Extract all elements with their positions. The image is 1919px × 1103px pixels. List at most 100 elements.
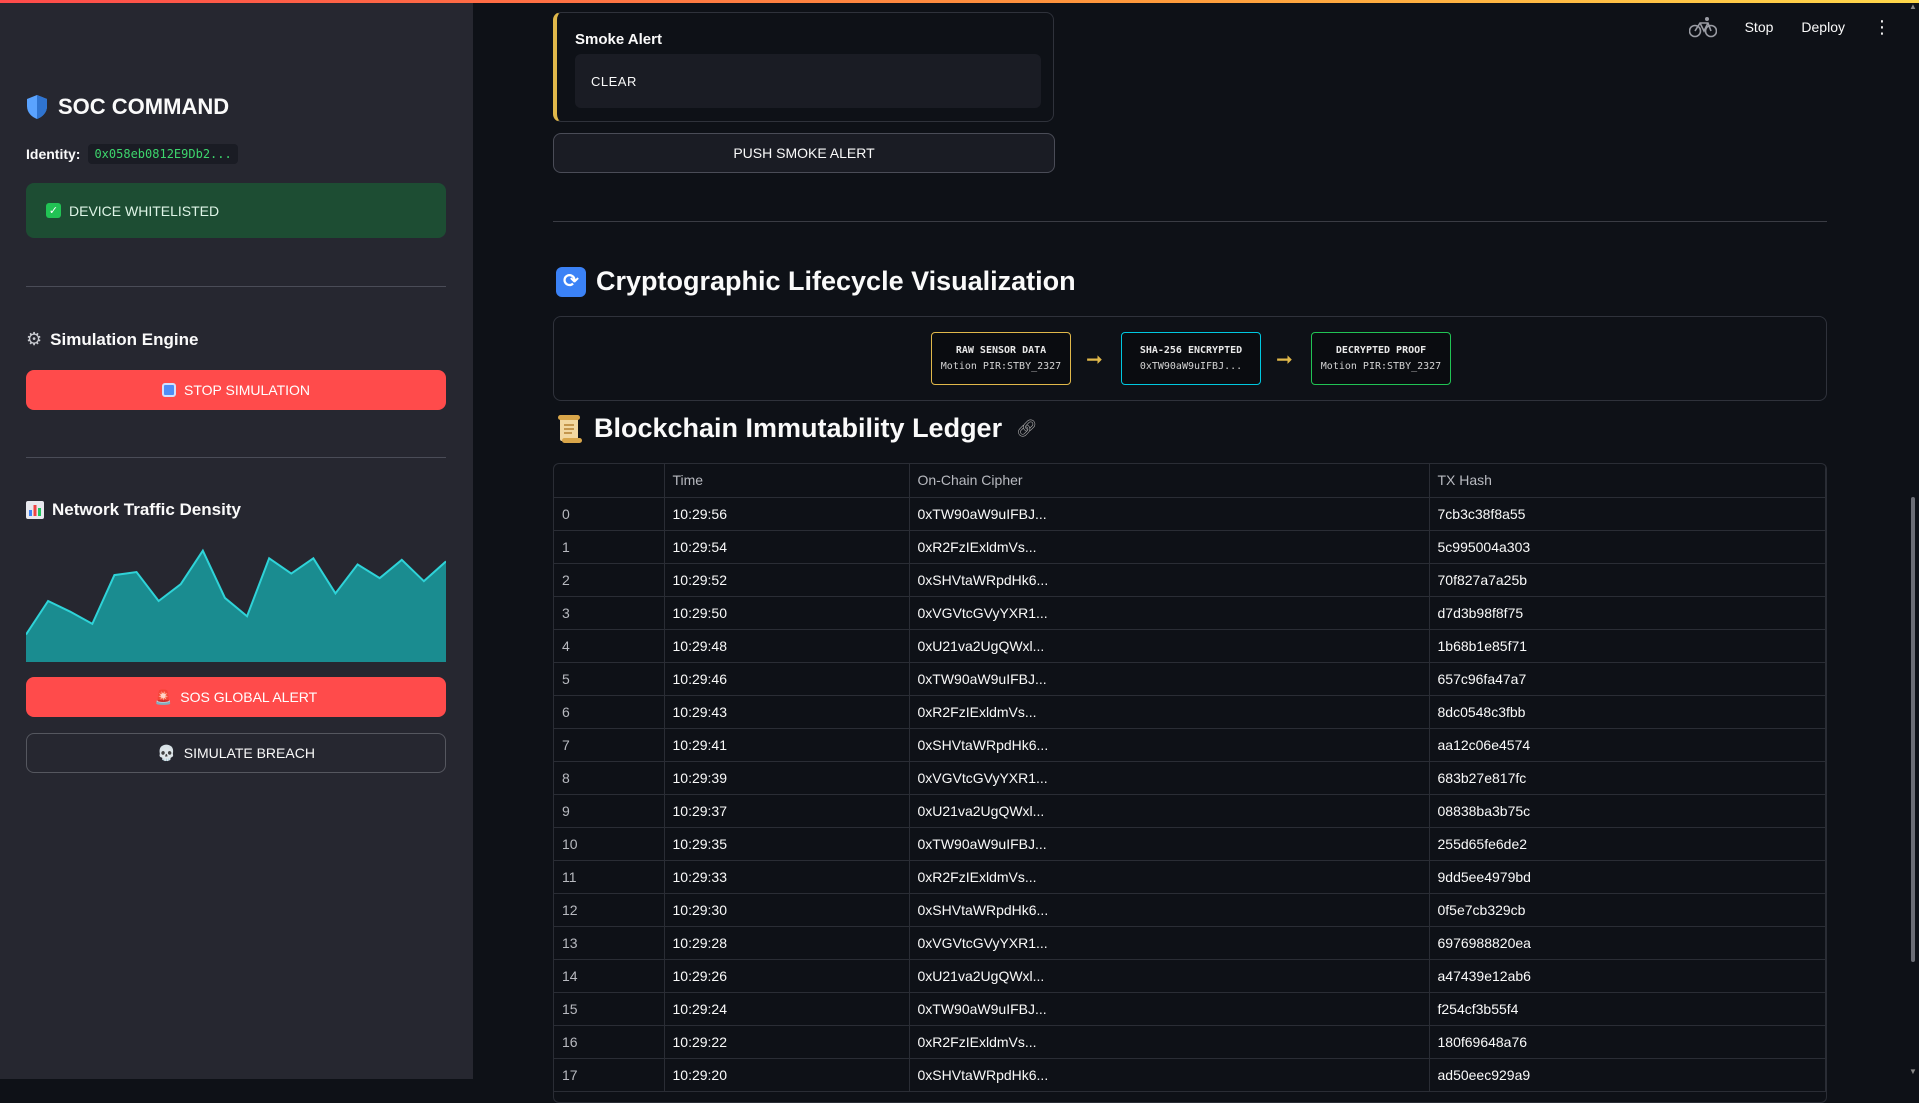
table-row[interactable]: 15 10:29:24 0xTW90aW9uIFBJ... f254cf3b55f4 xyxy=(554,992,1826,1026)
node-title: RAW SENSOR DATA xyxy=(955,345,1047,356)
table-row[interactable]: 12 10:29:30 0xSHVtaWRpdHk6... 0f5e7cb329cb xyxy=(554,893,1826,927)
table-row[interactable]: 1 10:29:54 0xR2FzIExldmVs... 5c995004a303 xyxy=(554,530,1826,564)
sha256-encrypted-node: SHA-256 ENCRYPTED 0xTW90aW9uIFBJ... xyxy=(1121,332,1261,385)
push-smoke-alert-button[interactable]: PUSH SMOKE ALERT xyxy=(553,133,1055,173)
row-index: 13 xyxy=(554,926,665,960)
table-row[interactable]: 5 10:29:46 0xTW90aW9uIFBJ... 657c96fa47a7 xyxy=(554,662,1826,696)
table-row[interactable]: 4 10:29:48 0xU21va2UgQWxl... 1b68b1e85f71 xyxy=(554,629,1826,663)
row-tx-hash: 8dc0548c3fbb xyxy=(1429,695,1826,729)
row-cipher: 0xTW90aW9uIFBJ... xyxy=(909,662,1430,696)
table-row[interactable]: 6 10:29:43 0xR2FzIExldmVs... 8dc0548c3fbb xyxy=(554,695,1826,729)
ledger-table[interactable]: Time On-Chain Cipher TX Hash 0 10:29:56 0x… xyxy=(553,463,1827,1103)
skull-icon: 💀 xyxy=(157,745,176,762)
row-time: 10:29:33 xyxy=(664,860,910,894)
top-accent-line xyxy=(0,0,1919,3)
node-value: Motion PIR:STBY_2327 xyxy=(940,361,1062,372)
row-cipher: 0xR2FzIExldmVs... xyxy=(909,1025,1430,1059)
brand: SOC COMMAND xyxy=(26,94,229,120)
row-tx-hash: d7d3b98f8f75 xyxy=(1429,596,1826,630)
scroll-down-icon[interactable]: ▼ xyxy=(1909,1067,1917,1076)
table-row[interactable]: 8 10:29:39 0xVGVtcGVyYXR1... 683b27e817fc xyxy=(554,761,1826,795)
identity-value: 0x058eb0812E9Db2... xyxy=(88,144,238,164)
simulation-engine-title: Simulation Engine xyxy=(50,329,199,349)
table-row[interactable]: 13 10:29:28 0xVGVtcGVyYXR1... 6976988820ea xyxy=(554,926,1826,960)
table-row[interactable]: 7 10:29:41 0xSHVtaWRpdHk6... aa12c06e4574 xyxy=(554,728,1826,762)
main-menu-button[interactable]: ⋮ xyxy=(1873,17,1891,38)
network-traffic-title: Network Traffic Density xyxy=(52,500,241,519)
arrow-right-icon: ➞ xyxy=(1276,349,1293,371)
row-tx-hash: 5c995004a303 xyxy=(1429,530,1826,564)
row-index: 10 xyxy=(554,827,665,861)
gear-icon: ⚙ xyxy=(26,329,43,349)
row-cipher: 0xVGVtcGVyYXR1... xyxy=(909,926,1430,960)
ledger-title: Blockchain Immutability Ledger xyxy=(594,413,1003,443)
main-divider xyxy=(553,221,1827,222)
row-tx-hash: 683b27e817fc xyxy=(1429,761,1826,795)
running-bicycle-icon xyxy=(1688,17,1717,38)
column-header-time[interactable]: Time xyxy=(664,464,910,498)
row-index: 14 xyxy=(554,959,665,993)
identity-label: Identity: xyxy=(26,146,81,162)
table-row[interactable]: 11 10:29:33 0xR2FzIExldmVs... 9dd5ee4979bd xyxy=(554,860,1826,894)
deploy-button[interactable]: Deploy xyxy=(1801,19,1845,35)
anchor-link-icon[interactable]: 🔗︎ xyxy=(1016,419,1038,439)
row-time: 10:29:48 xyxy=(664,629,910,663)
sos-global-alert-button[interactable]: 🚨 SOS GLOBAL ALERT xyxy=(26,677,446,717)
row-time: 10:29:46 xyxy=(664,662,910,696)
row-time: 10:29:39 xyxy=(664,761,910,795)
table-row[interactable]: 14 10:29:26 0xU21va2UgQWxl... a47439e12ab6 xyxy=(554,959,1826,993)
row-cipher: 0xTW90aW9uIFBJ... xyxy=(909,992,1430,1026)
column-header-index[interactable] xyxy=(554,464,665,498)
row-time: 10:29:52 xyxy=(664,563,910,597)
lifecycle-heading: ⟳ Cryptographic Lifecycle Visualization xyxy=(556,266,1076,297)
sidebar: SOC COMMAND Identity: 0x058eb0812E9Db2..… xyxy=(0,0,473,1079)
node-title: DECRYPTED PROOF xyxy=(1335,345,1427,356)
row-cipher: 0xSHVtaWRpdHk6... xyxy=(909,1058,1430,1092)
table-row[interactable]: 3 10:29:50 0xVGVtcGVyYXR1... d7d3b98f8f75 xyxy=(554,596,1826,630)
row-index: 12 xyxy=(554,893,665,927)
table-row[interactable]: 16 10:29:22 0xR2FzIExldmVs... 180f69648a76 xyxy=(554,1025,1826,1059)
sidebar-divider xyxy=(26,457,446,458)
row-cipher: 0xSHVtaWRpdHk6... xyxy=(909,563,1430,597)
whitelist-status-alert: ✓ DEVICE WHITELISTED xyxy=(26,183,446,238)
row-cipher: 0xTW90aW9uIFBJ... xyxy=(909,827,1430,861)
row-time: 10:29:41 xyxy=(664,728,910,762)
row-tx-hash: 70f827a7a25b xyxy=(1429,563,1826,597)
row-cipher: 0xVGVtcGVyYXR1... xyxy=(909,596,1430,630)
row-cipher: 0xTW90aW9uIFBJ... xyxy=(909,497,1430,531)
row-tx-hash: aa12c06e4574 xyxy=(1429,728,1826,762)
page-scrollbar[interactable] xyxy=(1911,497,1915,962)
column-header-tx-hash[interactable]: TX Hash xyxy=(1429,464,1826,498)
smoke-alert-card: Smoke Alert CLEAR xyxy=(553,12,1054,122)
app-toolbar: Stop Deploy ⋮ xyxy=(1688,16,1919,38)
row-tx-hash: 7cb3c38f8a55 xyxy=(1429,497,1826,531)
row-index: 1 xyxy=(554,530,665,564)
table-row[interactable]: 17 10:29:20 0xSHVtaWRpdHk6... ad50eec929a9 xyxy=(554,1058,1826,1092)
row-cipher: 0xR2FzIExldmVs... xyxy=(909,695,1430,729)
row-index: 8 xyxy=(554,761,665,795)
row-cipher: 0xSHVtaWRpdHk6... xyxy=(909,728,1430,762)
stop-run-button[interactable]: Stop xyxy=(1745,19,1774,35)
row-time: 10:29:20 xyxy=(664,1058,910,1092)
smoke-alert-value: CLEAR xyxy=(575,54,1041,108)
scroll-up-icon[interactable]: ▲ xyxy=(1909,2,1917,11)
row-tx-hash: a47439e12ab6 xyxy=(1429,959,1826,993)
table-row[interactable]: 10 10:29:35 0xTW90aW9uIFBJ... 255d65fe6de2 xyxy=(554,827,1826,861)
row-index: 4 xyxy=(554,629,665,663)
row-index: 16 xyxy=(554,1025,665,1059)
row-cipher: 0xR2FzIExldmVs... xyxy=(909,530,1430,564)
table-row[interactable]: 0 10:29:56 0xTW90aW9uIFBJ... 7cb3c38f8a55 xyxy=(554,497,1826,531)
lifecycle-panel: RAW SENSOR DATA Motion PIR:STBY_2327 ➞ S… xyxy=(553,316,1827,401)
row-time: 10:29:28 xyxy=(664,926,910,960)
simulate-breach-button[interactable]: 💀 SIMULATE BREACH xyxy=(26,733,446,773)
stop-simulation-button[interactable]: STOP SIMULATION xyxy=(26,370,446,410)
table-row[interactable]: 2 10:29:52 0xSHVtaWRpdHk6... 70f827a7a25b xyxy=(554,563,1826,597)
row-cipher: 0xU21va2UgQWxl... xyxy=(909,959,1430,993)
table-row[interactable]: 9 10:29:37 0xU21va2UgQWxl... 08838ba3b75c xyxy=(554,794,1826,828)
row-time: 10:29:26 xyxy=(664,959,910,993)
row-time: 10:29:43 xyxy=(664,695,910,729)
row-index: 15 xyxy=(554,992,665,1026)
row-index: 0 xyxy=(554,497,665,531)
column-header-cipher[interactable]: On-Chain Cipher xyxy=(909,464,1430,498)
whitelist-status-text: DEVICE WHITELISTED xyxy=(69,202,220,219)
